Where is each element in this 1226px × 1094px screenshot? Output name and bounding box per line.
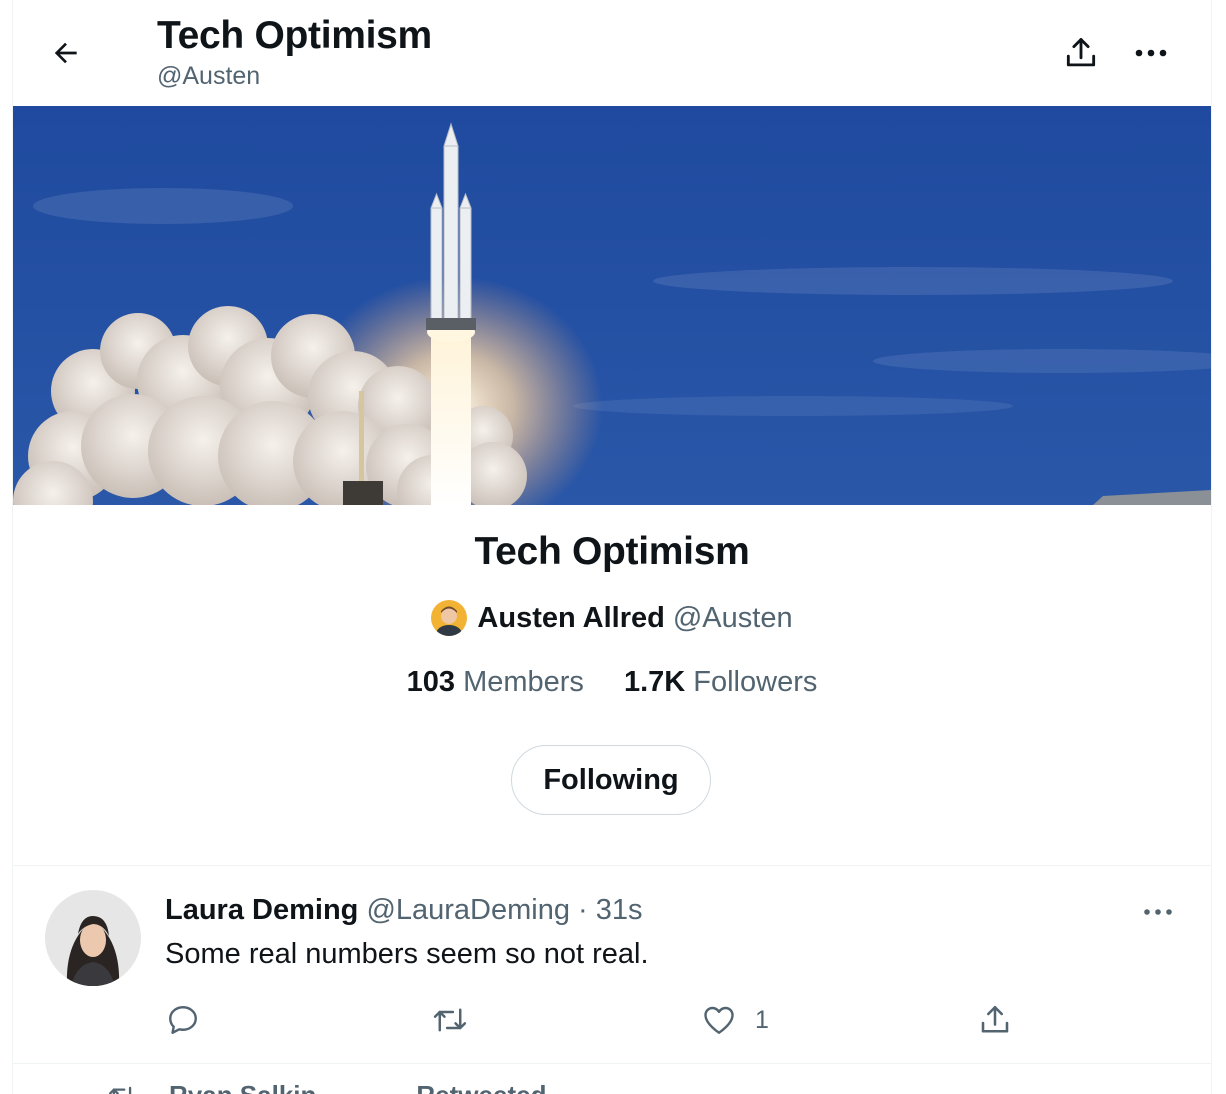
- members-count: 103: [406, 666, 456, 698]
- tweet-timestamp[interactable]: 31s: [596, 894, 643, 926]
- reply-button[interactable]: [165, 1000, 213, 1040]
- members-label: Members: [463, 666, 584, 698]
- list-owner: Austen Allred @Austen: [13, 600, 1211, 636]
- owner-avatar-image: [431, 600, 468, 636]
- page-title: Tech Optimism: [157, 14, 432, 57]
- followers-count: 1.7K: [623, 666, 686, 698]
- retweet-icon: [433, 1008, 467, 1032]
- owner-handle[interactable]: @Austen: [673, 602, 793, 635]
- tweet[interactable]: Laura Deming @LauraDeming · 31s Some rea…: [13, 866, 1211, 1063]
- more-horizontal-icon: [1144, 909, 1172, 915]
- rocket-launch-image: [13, 106, 1211, 505]
- tweet-author-handle[interactable]: @LauraDeming: [366, 894, 570, 926]
- top-header: Tech Optimism @Austen: [13, 0, 1211, 106]
- back-button[interactable]: [43, 30, 89, 76]
- social-context: Ryan Salkin Retweeted: [107, 1080, 546, 1094]
- heart-icon: [704, 1006, 734, 1034]
- followers-label: Followers: [693, 666, 818, 698]
- retweeted-label: Retweeted: [416, 1080, 546, 1094]
- list-banner-image: [13, 106, 1211, 505]
- tweet-separator: ·: [578, 894, 588, 926]
- tweet-text: Some real numbers seem so not real.: [165, 938, 649, 970]
- avatar[interactable]: [431, 600, 468, 636]
- owner-name[interactable]: Austen Allred: [477, 602, 664, 635]
- author-avatar-image: [45, 890, 141, 986]
- avatar[interactable]: [45, 890, 141, 986]
- next-timeline-item[interactable]: Ryan Salkin Retweeted: [13, 1064, 1211, 1094]
- retweet-button[interactable]: [431, 1000, 481, 1040]
- tweet-more-button[interactable]: [1138, 894, 1178, 930]
- page-subtitle-handle: @Austen: [157, 62, 261, 90]
- more-button[interactable]: [1128, 30, 1174, 76]
- retweet-icon: [109, 1086, 132, 1094]
- tweet-author-name[interactable]: Laura Deming: [165, 894, 358, 926]
- retweeter-name[interactable]: Ryan Salkin: [169, 1080, 316, 1094]
- list-name: Tech Optimism: [474, 530, 750, 573]
- reply-icon: [169, 1006, 197, 1034]
- list-page: Tech Optimism @Austen Tech Optimism Aust…: [12, 0, 1212, 1094]
- share-tweet-button[interactable]: [977, 1000, 1013, 1040]
- share-icon: [981, 1005, 1009, 1033]
- followers-link[interactable]: 1.7K Followers: [624, 666, 817, 699]
- share-icon: [1066, 38, 1096, 67]
- like-button[interactable]: 1: [701, 1000, 769, 1040]
- like-count: 1: [755, 1005, 769, 1034]
- list-stats: 103 Members 1.7K Followers: [13, 666, 1211, 699]
- following-button[interactable]: Following: [511, 745, 711, 815]
- arrow-left-icon: [54, 42, 77, 64]
- members-link[interactable]: 103 Members: [407, 666, 584, 699]
- share-button[interactable]: [1058, 30, 1104, 76]
- more-horizontal-icon: [1135, 49, 1167, 57]
- tweet-header: Laura Deming @LauraDeming · 31s: [165, 894, 643, 927]
